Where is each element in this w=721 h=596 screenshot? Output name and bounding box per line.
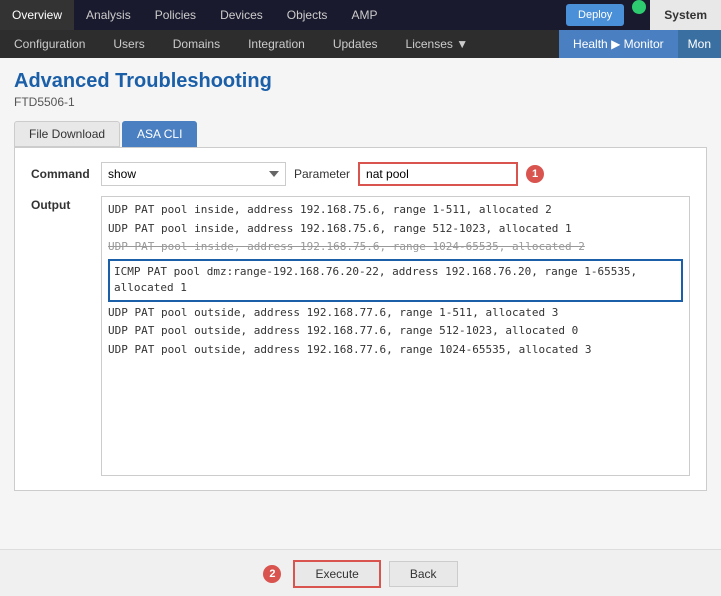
nav-policies[interactable]: Policies — [143, 0, 208, 30]
output-box[interactable]: UDP PAT pool inside, address 192.168.75.… — [101, 196, 690, 476]
content-area: Advanced Troubleshooting FTD5506-1 File … — [0, 58, 721, 549]
nav-configuration[interactable]: Configuration — [0, 30, 99, 58]
output-line-3: UDP PAT pool inside, address 192.168.75.… — [108, 238, 683, 257]
second-nav: Configuration Users Domains Integration … — [0, 30, 721, 58]
output-line-7: UDP PAT pool outside, address 192.168.77… — [108, 341, 683, 360]
nav-objects[interactable]: Objects — [275, 0, 340, 30]
output-line-4-highlighted: ICMP PAT pool dmz:range-192.168.76.20-22… — [108, 259, 683, 302]
nav-amp[interactable]: AMP — [339, 0, 389, 30]
nav-analysis[interactable]: Analysis — [74, 0, 143, 30]
nav-domains[interactable]: Domains — [159, 30, 234, 58]
command-select[interactable]: show — [101, 162, 286, 186]
nav-updates[interactable]: Updates — [319, 30, 392, 58]
system-button[interactable]: System — [650, 0, 721, 30]
tab-file-download[interactable]: File Download — [14, 121, 120, 147]
health-monitor-button[interactable]: Health ▶ Monitor — [559, 30, 678, 58]
command-label: Command — [31, 167, 101, 181]
nav-devices[interactable]: Devices — [208, 0, 275, 30]
tab-asa-cli[interactable]: ASA CLI — [122, 121, 197, 147]
output-row: Output UDP PAT pool inside, address 192.… — [31, 196, 690, 476]
output-line-1: UDP PAT pool inside, address 192.168.75.… — [108, 201, 683, 220]
page-title: Advanced Troubleshooting — [14, 70, 707, 93]
deploy-button[interactable]: Deploy — [566, 4, 624, 26]
footer: 2 Execute Back — [0, 549, 721, 596]
form-area: Command show Parameter 1 Output UDP PAT … — [14, 147, 707, 491]
nav-users[interactable]: Users — [99, 30, 158, 58]
execute-button[interactable]: Execute — [293, 560, 380, 588]
top-nav: Overview Analysis Policies Devices Objec… — [0, 0, 721, 30]
nav-licenses[interactable]: Licenses ▼ — [392, 30, 483, 58]
output-line-2: UDP PAT pool inside, address 192.168.75.… — [108, 220, 683, 239]
parameter-label: Parameter — [294, 167, 350, 181]
back-button[interactable]: Back — [389, 561, 458, 587]
output-line-5: UDP PAT pool outside, address 192.168.77… — [108, 304, 683, 323]
output-line-6: UDP PAT pool outside, address 192.168.77… — [108, 322, 683, 341]
command-row: Command show Parameter 1 — [31, 162, 690, 186]
deploy-status-icon — [632, 0, 646, 14]
badge-1: 1 — [526, 165, 544, 183]
page-subtitle: FTD5506-1 — [14, 95, 707, 109]
output-label: Output — [31, 196, 101, 212]
badge-2: 2 — [263, 565, 281, 583]
parameter-input[interactable] — [358, 162, 518, 186]
tab-bar: File Download ASA CLI — [14, 121, 707, 147]
nav-integration[interactable]: Integration — [234, 30, 319, 58]
mon-button[interactable]: Mon — [678, 30, 721, 58]
nav-overview[interactable]: Overview — [0, 0, 74, 30]
